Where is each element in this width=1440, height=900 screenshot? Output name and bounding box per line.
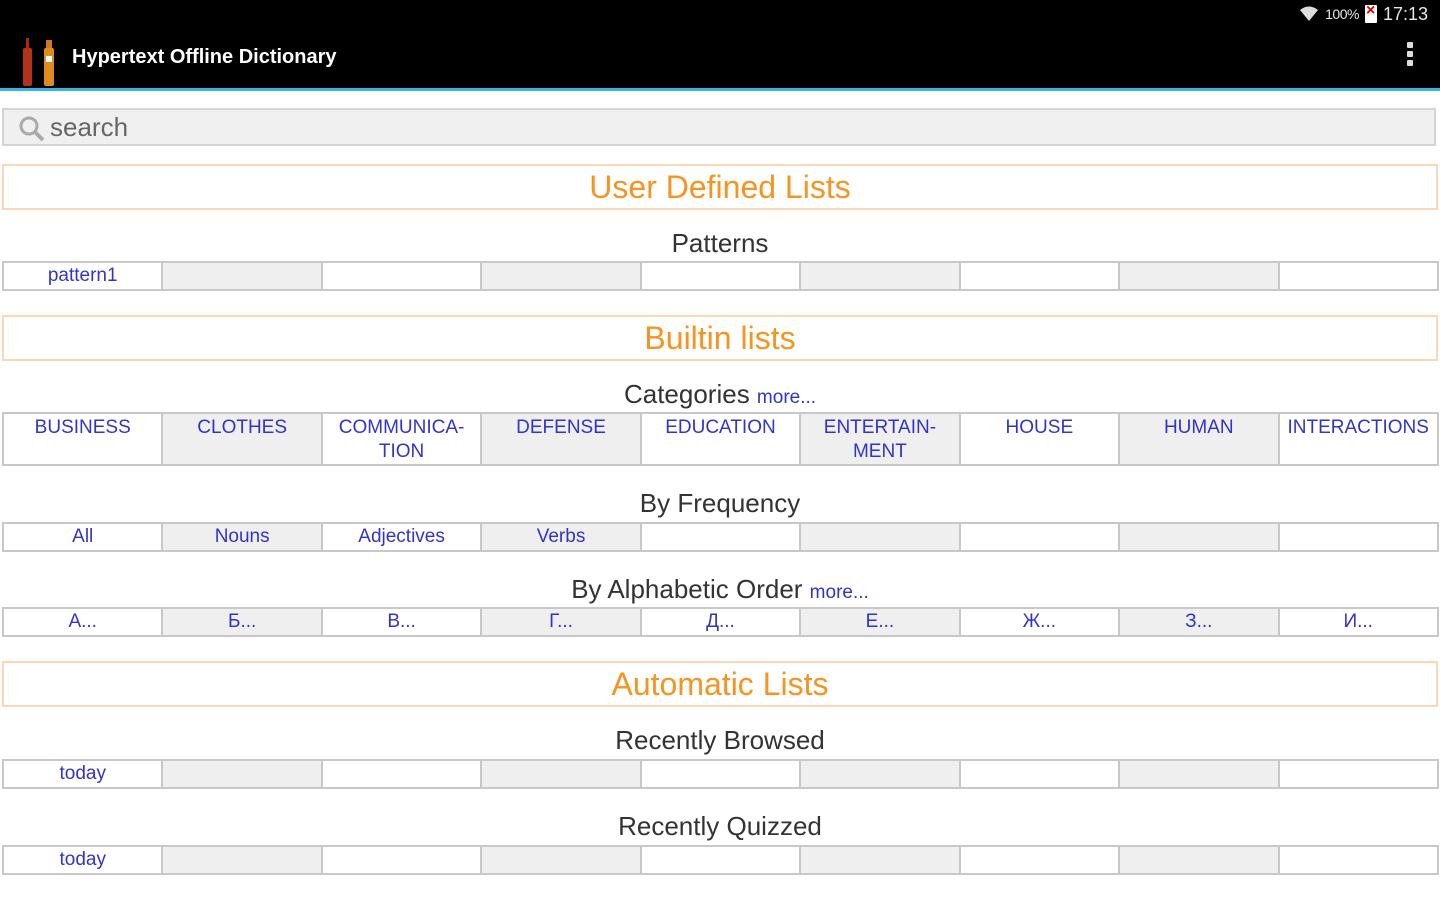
alphabetic-more-link[interactable]: more... <box>810 582 869 603</box>
letter-cell[interactable]: Г... <box>482 609 642 635</box>
frequency-title: By Frequency <box>639 488 801 518</box>
letter-cell[interactable]: Е... <box>801 609 961 635</box>
frequency-cell <box>960 524 1121 550</box>
letter-cell[interactable]: Б... <box>163 609 323 635</box>
recently-browsed-row: today <box>2 759 1439 789</box>
category-interactions[interactable]: INTERACTIONS <box>1279 414 1437 464</box>
categories-row: BUSINESS CLOTHES COMMUNICA- TION DEFENSE… <box>2 412 1439 466</box>
categories-more-link[interactable]: more... <box>757 387 816 408</box>
quizzed-cell <box>641 847 802 873</box>
quizzed-cell <box>163 847 323 873</box>
frequency-verbs[interactable]: Verbs <box>482 524 642 550</box>
browsed-cell[interactable]: today <box>4 761 164 787</box>
alphabetic-row: А... Б... В... Г... Д... Е... Ж... З... … <box>2 607 1439 637</box>
category-clothes[interactable]: CLOTHES <box>163 414 323 464</box>
search-input[interactable] <box>50 112 1410 142</box>
clock: 17:13 <box>1382 3 1428 24</box>
browsed-cell <box>1120 761 1280 787</box>
pattern-cell <box>163 263 323 289</box>
browsed-cell <box>960 761 1121 787</box>
category-house[interactable]: HOUSE <box>960 414 1121 464</box>
category-entertainment[interactable]: ENTERTAIN- MENT <box>801 414 961 464</box>
frequency-row: All Nouns Adjectives Verbs <box>2 522 1439 552</box>
pattern-cell <box>960 263 1121 289</box>
patterns-row: pattern1 <box>2 261 1439 291</box>
actionbar-divider <box>0 88 1440 91</box>
category-defense[interactable]: DEFENSE <box>482 414 642 464</box>
user-defined-lists-header: User Defined Lists <box>2 164 1438 210</box>
pattern-cell[interactable]: pattern1 <box>4 263 164 289</box>
letter-cell[interactable]: З... <box>1120 609 1280 635</box>
quizzed-cell <box>322 847 483 873</box>
battery-icon <box>1364 2 1377 23</box>
recently-quizzed-title: Recently Quizzed <box>618 811 822 841</box>
recently-quizzed-row: today <box>2 845 1439 875</box>
categories-title: Categories <box>623 379 750 409</box>
letter-cell[interactable]: А... <box>4 609 164 635</box>
search-icon <box>19 116 45 142</box>
recently-browsed-title: Recently Browsed <box>615 725 825 755</box>
quizzed-cell <box>801 847 961 873</box>
pattern-cell <box>482 263 642 289</box>
wifi-icon <box>1300 6 1319 21</box>
browsed-cell <box>801 761 961 787</box>
alphabetic-title: By Alphabetic Order <box>571 574 803 604</box>
frequency-all[interactable]: All <box>4 524 164 550</box>
pattern-cell <box>322 263 483 289</box>
pattern-cell <box>641 263 802 289</box>
frequency-cell <box>1279 524 1437 550</box>
frequency-adjectives[interactable]: Adjectives <box>322 524 483 550</box>
category-communication[interactable]: COMMUNICA- TION <box>322 414 483 464</box>
patterns-title: Patterns <box>671 228 769 258</box>
browsed-cell <box>641 761 802 787</box>
frequency-nouns[interactable]: Nouns <box>163 524 323 550</box>
quizzed-cell <box>960 847 1121 873</box>
browsed-cell <box>322 761 483 787</box>
frequency-cell <box>641 524 802 550</box>
browsed-cell <box>1279 761 1437 787</box>
battery-percent: 100% <box>1325 6 1359 22</box>
search-bar[interactable] <box>2 108 1436 146</box>
category-education[interactable]: EDUCATION <box>641 414 802 464</box>
frequency-cell <box>1120 524 1280 550</box>
pattern-cell <box>1279 263 1437 289</box>
letter-cell[interactable]: И... <box>1279 609 1437 635</box>
letter-cell[interactable]: Ж... <box>960 609 1121 635</box>
quizzed-cell <box>1279 847 1437 873</box>
category-human[interactable]: HUMAN <box>1120 414 1280 464</box>
app-title: Hypertext Offline Dictionary <box>72 46 337 68</box>
letter-cell[interactable]: В... <box>322 609 483 635</box>
overflow-menu-icon[interactable] <box>1406 42 1414 72</box>
app-logo-icon <box>23 38 54 86</box>
quizzed-cell <box>482 847 642 873</box>
letter-cell[interactable]: Д... <box>641 609 802 635</box>
builtin-lists-header: Builtin lists <box>2 315 1438 361</box>
quizzed-cell[interactable]: today <box>4 847 164 873</box>
browsed-cell <box>163 761 323 787</box>
action-bar: Hypertext Offline Dictionary <box>0 28 1440 88</box>
categories-title-line: Categories more... <box>0 379 1440 410</box>
quizzed-cell <box>1120 847 1280 873</box>
category-business[interactable]: BUSINESS <box>4 414 164 464</box>
frequency-cell <box>801 524 961 550</box>
pattern-cell <box>1120 263 1280 289</box>
status-bar: 100% 17:13 <box>0 0 1440 28</box>
automatic-lists-header: Automatic Lists <box>2 661 1438 707</box>
browsed-cell <box>482 761 642 787</box>
pattern-cell <box>801 263 961 289</box>
alphabetic-title-line: By Alphabetic Order more... <box>0 574 1440 605</box>
